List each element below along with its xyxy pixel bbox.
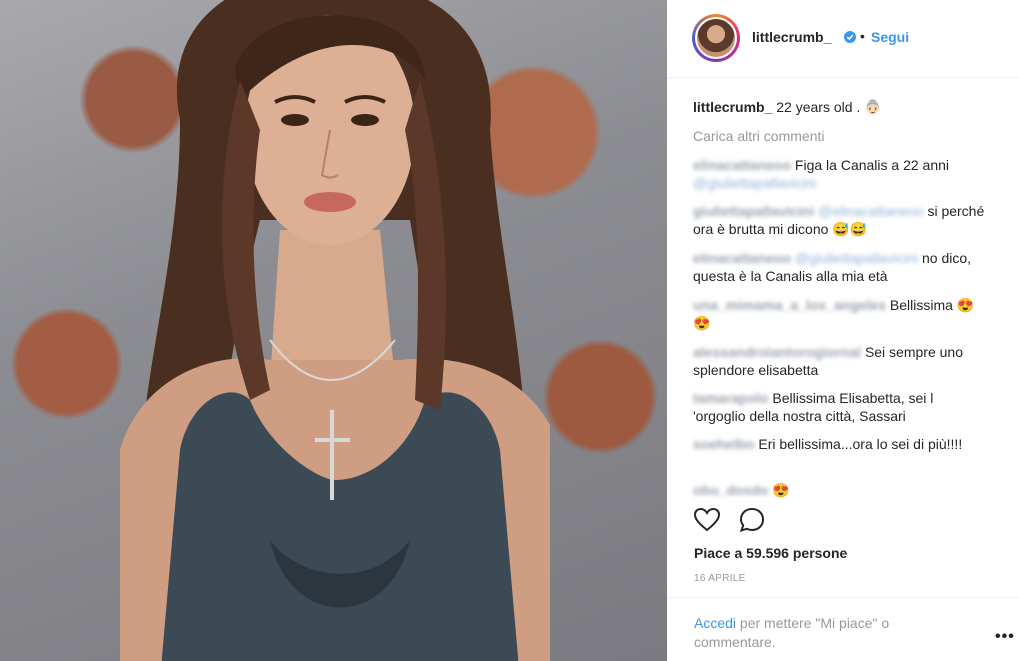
comment-text: Eri bellissima...ora lo sei di più!!!!: [758, 436, 963, 452]
username-link[interactable]: littlecrumb_: [752, 29, 831, 45]
post-date[interactable]: 16 APRILE: [694, 573, 746, 584]
post-photo[interactable]: [0, 0, 667, 661]
post-header: littlecrumb_ • Segui: [667, 0, 1019, 78]
comment-item: elinacattaneoo @giuliettapallavicini no …: [693, 249, 985, 285]
login-link[interactable]: Accedi: [694, 615, 736, 631]
login-prompt: Accedi per mettere "Mi piace" o commenta…: [694, 614, 944, 652]
post-sidebar: littlecrumb_ • Segui littlecrumb_ 22 yea…: [667, 0, 1019, 661]
comment-text: 😍: [772, 482, 790, 498]
comment-username[interactable]: alessandroiantorogiornal: [693, 344, 861, 360]
heart-icon[interactable]: [693, 506, 721, 534]
caption-username[interactable]: littlecrumb_: [693, 99, 772, 115]
comment-item: elinacattaneoo Figa la Canalis a 22 anni…: [693, 156, 985, 192]
comment-username[interactable]: obu_dosdo: [693, 482, 768, 498]
avatar[interactable]: [695, 17, 737, 59]
separator-dot: •: [860, 28, 865, 44]
comment-icon[interactable]: [738, 506, 766, 534]
comment-username[interactable]: tamarapolo: [693, 390, 768, 406]
comment-item: soehelbo Eri bellissima...ora lo sei di …: [693, 435, 985, 453]
comment-mention[interactable]: @giuliettapallavicini: [693, 175, 816, 191]
comment-username[interactable]: elinacattaneoo: [693, 157, 791, 173]
more-options-button[interactable]: •••: [995, 628, 1015, 646]
divider: [667, 597, 1019, 598]
comment-mention[interactable]: @elinacattaneoo: [818, 203, 923, 219]
comment-username[interactable]: giuliettapallavicini: [693, 203, 814, 219]
comment-item: tamarapolo Bellissima Elisabetta, sei l …: [693, 389, 985, 425]
follow-button[interactable]: Segui: [871, 29, 909, 45]
caption: littlecrumb_ 22 years old . 👵🏻: [693, 98, 882, 116]
comment-text: Figa la Canalis a 22 anni: [794, 157, 950, 173]
comment-item: alessandroiantorogiornal Sei sempre uno …: [693, 343, 985, 379]
comment-item: giuliettapallavicini @elinacattaneoo si …: [693, 202, 985, 238]
comment-mention[interactable]: @giuliettapallavicini: [795, 250, 918, 266]
comment-username[interactable]: soehelbo: [693, 436, 754, 452]
woman-portrait-illustration: [120, 0, 550, 661]
caption-text: 22 years old . 👵🏻: [772, 99, 882, 115]
comment-item: obu_dosdo 😍: [693, 481, 985, 499]
avatar-story-ring[interactable]: [692, 14, 740, 62]
comment-item: una_mimama_a_los_angeles Bellissima 😍😍: [693, 296, 985, 332]
comment-username[interactable]: elinacattaneoo: [693, 250, 791, 266]
likes-count[interactable]: Piace a 59.596 persone: [694, 545, 847, 561]
comment-username[interactable]: una_mimama_a_los_angeles: [693, 297, 886, 313]
verified-badge-icon: [844, 31, 856, 43]
load-more-comments-button[interactable]: Carica altri commenti: [693, 127, 824, 145]
